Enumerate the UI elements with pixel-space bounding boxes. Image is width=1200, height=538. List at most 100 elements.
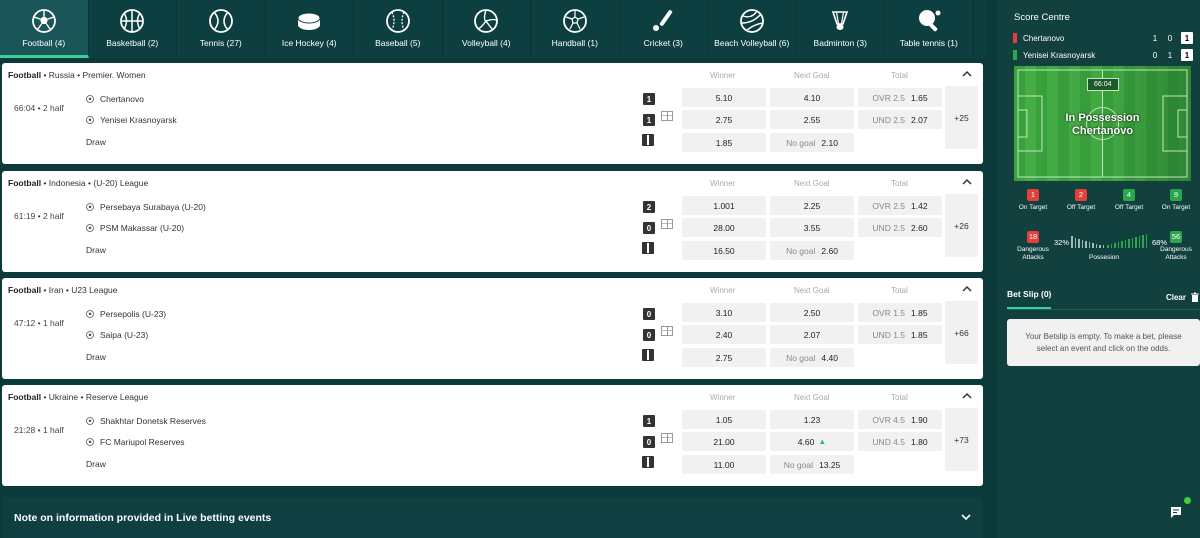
odd-home-win[interactable]: 3.10 — [682, 303, 766, 322]
more-markets-button[interactable]: +26 — [945, 194, 978, 257]
odd-next-goal-away[interactable]: 4.60 ▲ — [770, 432, 854, 451]
odd-away-win[interactable]: 2.75 — [682, 110, 766, 129]
event-card: Football • Ukraine • Reserve League Winn… — [2, 385, 983, 486]
team-name: PSM Makassar (U-20) — [100, 223, 185, 233]
odd-away-win[interactable]: 28.00 — [682, 218, 766, 237]
chat-icon[interactable] — [1169, 505, 1183, 519]
stat-value: 4 — [1123, 189, 1135, 201]
team-name: Persepolis (U-23) — [100, 309, 167, 319]
sport-tab-label: Basketball (2) — [106, 38, 159, 48]
odd-value: 1.90 — [911, 414, 928, 425]
chevron-up-icon[interactable] — [961, 68, 973, 80]
odd-label: No goal — [786, 352, 816, 363]
odd-no-goal[interactable]: No goal 2.60 — [770, 241, 854, 260]
odd-value: 2.60 — [911, 222, 928, 233]
league: Premier. Women — [82, 70, 146, 80]
football-icon — [86, 116, 94, 124]
odd-total-under[interactable]: UND 2.5 2.60 — [858, 218, 942, 237]
stat-value: 9 — [1170, 189, 1182, 201]
odd-draw[interactable]: 16.50 — [682, 241, 766, 260]
odd-home-win[interactable]: 1.001 — [682, 196, 766, 215]
sport-tab-ice-hockey[interactable]: Ice Hockey (4) — [266, 0, 354, 58]
odd-next-goal-away[interactable]: 2.07 — [770, 325, 854, 344]
draw-label: Draw — [86, 137, 106, 147]
odd-total-under[interactable]: UND 1.5 1.85 — [858, 325, 942, 344]
sport-tab-baseball[interactable]: Baseball (5) — [354, 0, 443, 58]
draw-icon — [642, 134, 654, 146]
live-info-note[interactable]: Note on information provided in Live bet… — [2, 497, 983, 538]
possession-bar — [1117, 242, 1119, 248]
odd-total-over[interactable]: OVR 1.5 1.85 — [858, 303, 942, 322]
chevron-down-icon[interactable] — [961, 512, 971, 522]
odd-draw[interactable]: 11.00 — [682, 455, 766, 474]
separator: • — [43, 285, 47, 295]
stat-value: 18 — [1027, 231, 1039, 243]
chevron-up-icon[interactable] — [961, 390, 973, 402]
tab-bet-slip[interactable]: Bet Slip (0) — [1007, 289, 1052, 309]
match-time: 47:12 • 1 half — [14, 318, 64, 328]
country: Ukraine — [48, 392, 79, 402]
home-score: 0 — [643, 308, 655, 320]
stat-label: Off Target — [1114, 204, 1144, 211]
possession-bar — [1110, 244, 1112, 248]
away-score: 0 — [643, 222, 655, 234]
pitch-icon[interactable] — [661, 433, 673, 443]
odd-draw[interactable]: 2.75 — [682, 348, 766, 367]
odd-away-win[interactable]: 2.40 — [682, 325, 766, 344]
pitch-icon[interactable] — [661, 111, 673, 121]
odd-total-over[interactable]: OVR 2.5 1.42 — [858, 196, 942, 215]
separator: • — [43, 178, 47, 188]
more-markets-button[interactable]: +25 — [945, 86, 978, 149]
sport-tab-beach-volleyball[interactable]: Beach Volleyball (6) — [708, 0, 797, 58]
odd-home-win[interactable]: 5.10 — [682, 88, 766, 107]
odd-home-win[interactable]: 1.05 — [682, 410, 766, 429]
odd-total-under[interactable]: UND 2.5 2.07 — [858, 110, 942, 129]
sport-tab-badminton[interactable]: Badminton (3) — [797, 0, 885, 58]
away-team: Yenisei Krasnoyarsk — [86, 115, 177, 125]
odd-next-goal-away[interactable]: 2.55 — [770, 110, 854, 129]
shot-stat: 9 On Target — [1156, 189, 1196, 212]
chevron-up-icon[interactable] — [961, 176, 973, 188]
odd-total-under[interactable]: UND 4.5 1.80 — [858, 432, 942, 451]
pitch-icon[interactable] — [661, 219, 673, 229]
sport-tab-tennis[interactable]: Tennis (27) — [177, 0, 266, 58]
possession-bar — [1081, 240, 1083, 248]
odd-value: 1.85 — [911, 307, 928, 318]
column-header-total: Total — [891, 71, 908, 80]
sport-tab-cricket[interactable]: Cricket (3) — [620, 0, 708, 58]
odd-next-goal-home[interactable]: 2.25 — [770, 196, 854, 215]
possession-line: In Possession — [1065, 112, 1140, 124]
odd-no-goal[interactable]: No goal 2.10 — [770, 133, 854, 152]
draw-icon — [642, 242, 654, 254]
sport-tab-basketball[interactable]: Basketball (2) — [89, 0, 177, 58]
country: Russia — [48, 70, 75, 80]
odd-next-goal-away[interactable]: 3.55 — [770, 218, 854, 237]
sport-tab-table-tennis[interactable]: Table tennis (1) — [885, 0, 974, 58]
basketball-icon — [120, 9, 145, 33]
pitch-icon[interactable] — [661, 326, 673, 336]
football-icon — [86, 224, 94, 232]
chevron-up-icon[interactable] — [961, 283, 973, 295]
clear-button[interactable]: Clear — [1166, 292, 1200, 302]
more-markets-button[interactable]: +73 — [945, 408, 978, 471]
clear-label: Clear — [1165, 292, 1186, 302]
odd-no-goal[interactable]: No goal 4.40 — [770, 348, 854, 367]
odd-total-over[interactable]: OVR 2.5 1.65 — [858, 88, 942, 107]
separator: • — [80, 392, 84, 402]
sport-tab-football[interactable]: Football (4) — [0, 0, 89, 58]
odd-away-win[interactable]: 21.00 — [682, 432, 766, 451]
more-markets-button[interactable]: +66 — [945, 301, 978, 364]
odd-next-goal-home[interactable]: 1.23 — [770, 410, 854, 429]
sport-tab-handball[interactable]: Handball (1) — [531, 0, 620, 58]
away-team: FC Mariupol Reserves — [86, 437, 185, 447]
sport-tab-volleyball[interactable]: Volleyball (4) — [443, 0, 531, 58]
column-header-next-goal: Next Goal — [794, 286, 830, 295]
odd-no-goal[interactable]: No goal 13.25 — [770, 455, 854, 474]
odd-draw[interactable]: 1.85 — [682, 133, 766, 152]
odd-next-goal-home[interactable]: 4.10 — [770, 88, 854, 107]
sport-tab-label: Tennis (27) — [199, 38, 242, 48]
odd-total-over[interactable]: OVR 4.5 1.90 — [858, 410, 942, 429]
odd-value: 1.65 — [911, 92, 928, 103]
team-name: FC Mariupol Reserves — [100, 437, 185, 447]
odd-next-goal-home[interactable]: 2.50 — [770, 303, 854, 322]
